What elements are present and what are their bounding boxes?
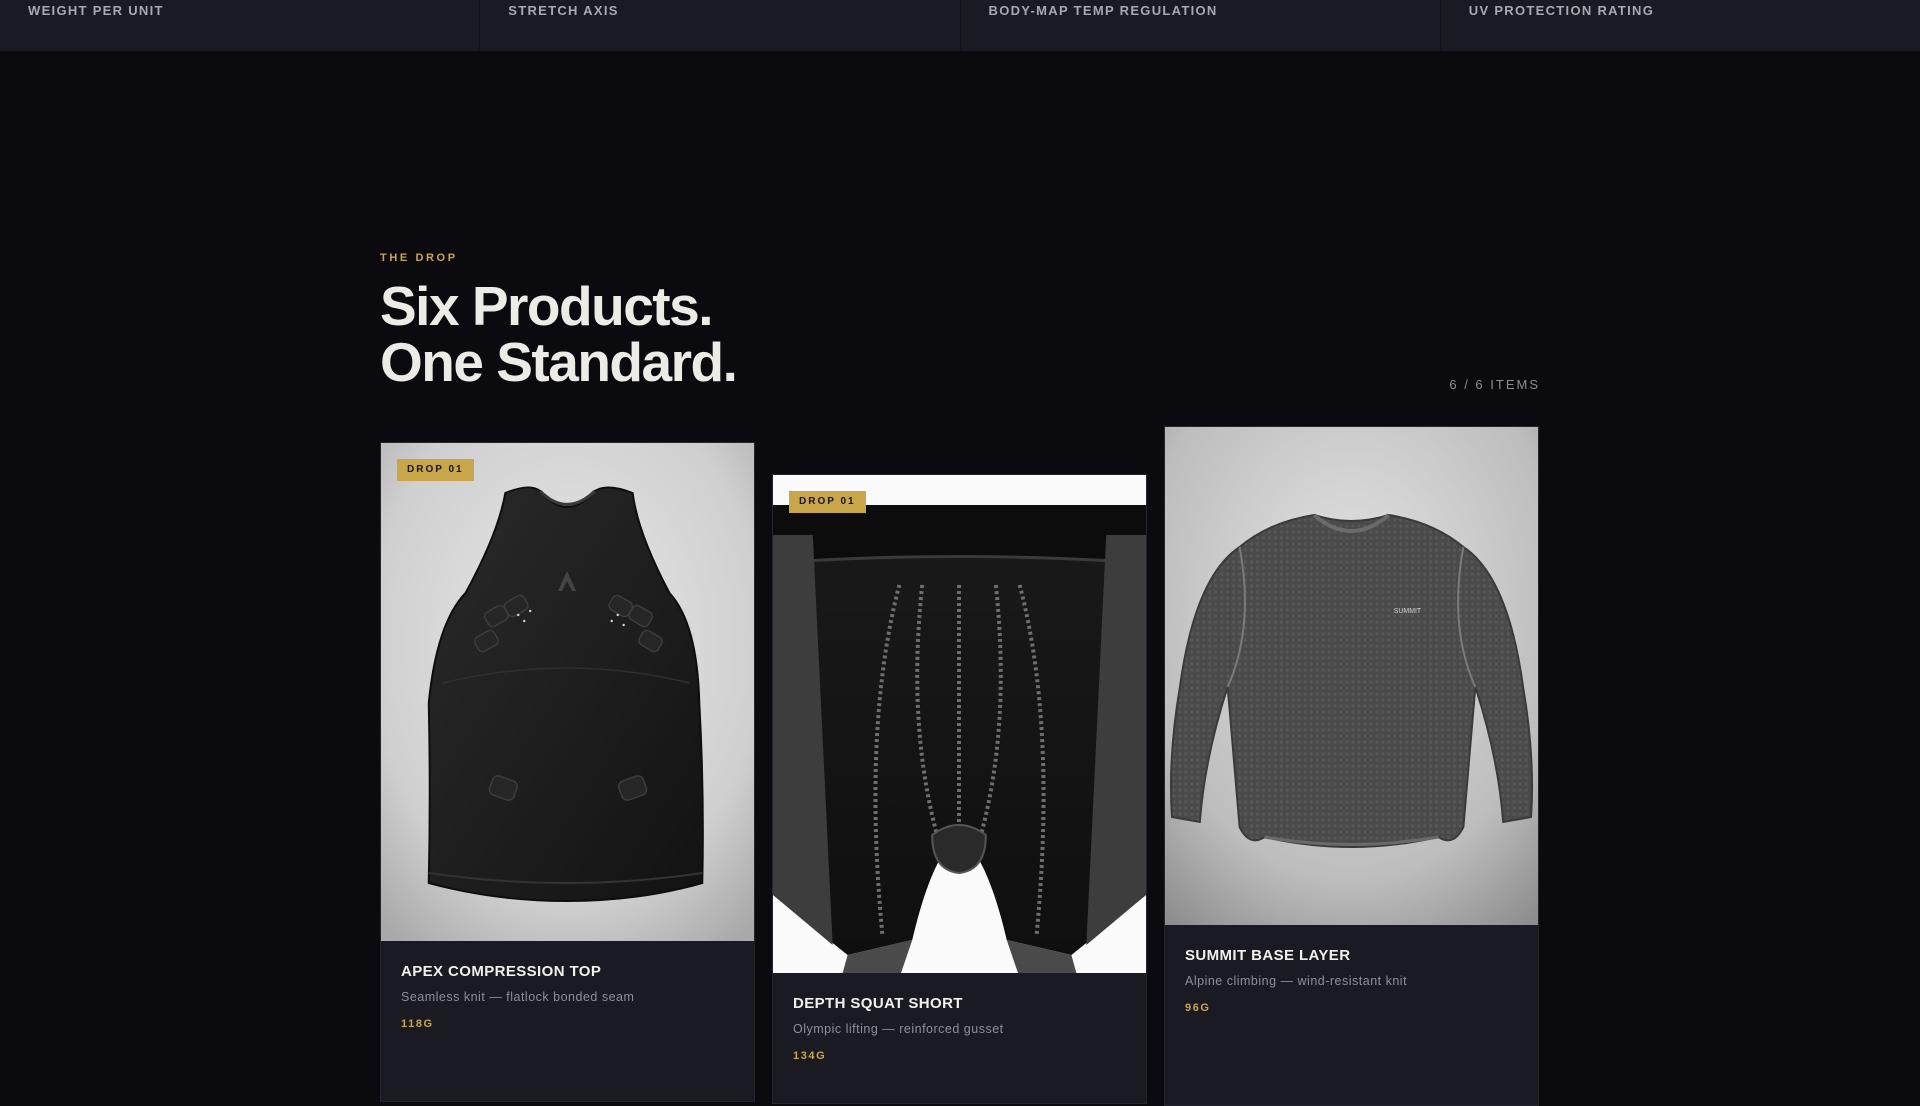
- product-card-summit[interactable]: SUMMIT SUMMIT BASE LAYER Alpine climbing…: [1164, 426, 1539, 1106]
- product-image-apex[interactable]: DROP 01: [381, 443, 754, 941]
- drop-badge: DROP 01: [397, 459, 474, 481]
- section-eyebrow: THE DROP: [380, 252, 458, 264]
- drop-badge: DROP 01: [789, 491, 866, 513]
- product-description: Olympic lifting — reinforced gusset: [793, 1022, 1004, 1036]
- product-info: APEX COMPRESSION TOP Seamless knit — fla…: [381, 941, 754, 1050]
- product-description: Alpine climbing — wind-resistant knit: [1185, 974, 1408, 988]
- section-headline: Six Products. One Standard.: [380, 275, 738, 393]
- product-image-depth[interactable]: DROP 01: [773, 475, 1146, 973]
- spec-cell-stretch: STRETCH AXIS: [480, 0, 961, 51]
- product-weight: 134G: [793, 1050, 827, 1062]
- items-counter: 6 / 6 ITEMS: [1449, 377, 1540, 392]
- product-card-apex[interactable]: DROP 01 APEX COMPRESSION TOP Seamless kn…: [380, 442, 755, 1102]
- product-title[interactable]: DEPTH SQUAT SHORT: [793, 995, 1126, 1012]
- spec-label: STRETCH AXIS: [508, 3, 619, 18]
- base-layer-image: SUMMIT: [1165, 427, 1538, 925]
- product-image-summit[interactable]: SUMMIT: [1165, 427, 1538, 925]
- product-card-depth[interactable]: DROP 01 DEPTH SQUAT SHORT Olympic liftin…: [772, 474, 1147, 1104]
- headline-line-2: One Standard.: [380, 331, 738, 393]
- headline-line-1: Six Products.: [380, 275, 713, 337]
- spec-cell-uv: UV PROTECTION RATING: [1440, 0, 1920, 51]
- spec-strip: WEIGHT PER UNIT STRETCH AXIS BODY-MAP TE…: [0, 0, 1920, 51]
- spec-cell-weight: WEIGHT PER UNIT: [0, 0, 481, 51]
- product-weight: 118G: [401, 1018, 434, 1030]
- product-title[interactable]: SUMMIT BASE LAYER: [1185, 947, 1518, 964]
- summit-logo: SUMMIT: [1394, 608, 1422, 615]
- product-description: Seamless knit — flatlock bonded seam: [401, 990, 635, 1004]
- product-info: DEPTH SQUAT SHORT Olympic lifting — rein…: [773, 973, 1146, 1082]
- spec-cell-temp: BODY-MAP TEMP REGULATION: [960, 0, 1441, 51]
- spec-label: WEIGHT PER UNIT: [28, 3, 164, 18]
- product-title[interactable]: APEX COMPRESSION TOP: [401, 963, 734, 980]
- spec-label: BODY-MAP TEMP REGULATION: [988, 3, 1218, 18]
- tank-top-image: [381, 443, 754, 941]
- squat-short-image: [773, 475, 1146, 973]
- product-info: SUMMIT BASE LAYER Alpine climbing — wind…: [1165, 925, 1538, 1034]
- spec-label: UV PROTECTION RATING: [1468, 3, 1655, 18]
- product-weight: 96G: [1185, 1002, 1211, 1014]
